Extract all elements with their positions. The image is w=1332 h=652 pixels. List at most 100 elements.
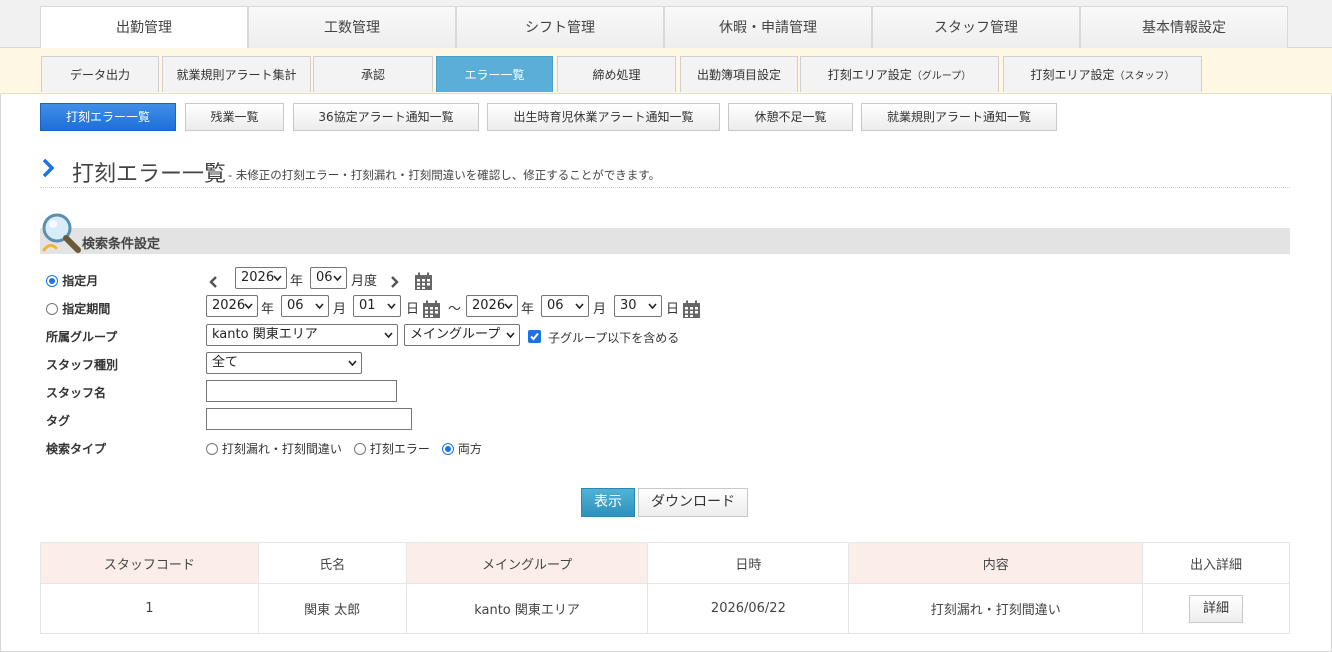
search-type-missing-label: 打刻漏れ・打刻間違い [221, 442, 342, 456]
subtab-area-staff-suffix: （スタッフ） [1114, 71, 1175, 82]
period-radio-row[interactable]: 指定期間 [46, 300, 110, 317]
search-type-missing-option[interactable]: 打刻漏れ・打刻間違い [206, 440, 342, 457]
btn-punch-error-list[interactable]: 打刻エラー一覧 [40, 103, 176, 131]
calendar-icon[interactable] [414, 272, 433, 291]
period-from-year-select[interactable]: 2026 [206, 295, 258, 317]
chevron-right-icon [42, 158, 54, 178]
period-to-day-select[interactable]: 30 [614, 295, 662, 317]
download-button[interactable]: ダウンロード [638, 488, 748, 517]
search-type-both-label: 両方 [457, 442, 482, 456]
subtab-rule-alert-summary[interactable]: 就業規則アラート集計 [162, 56, 311, 92]
month-radio-row[interactable]: 指定月 [46, 272, 98, 289]
sub-nav: データ出力 就業規則アラート集計 承認 エラー一覧 締め処理 出勤簿項目設定 打… [0, 48, 1332, 94]
period-from-day-value: 01 [359, 298, 376, 313]
chevron-down-icon [384, 332, 393, 338]
subtab-approval[interactable]: 承認 [313, 56, 433, 92]
subtab-area-staff-label: 打刻エリア設定 [1030, 68, 1115, 82]
btn-break-shortage[interactable]: 休憩不足一覧 [728, 103, 853, 131]
col-name: 氏名 [257, 542, 407, 584]
col-content: 内容 [848, 542, 1144, 584]
tab-attendance[interactable]: 出勤管理 [40, 6, 248, 48]
btn-childcare-leave-alert[interactable]: 出生時育児休業アラート通知一覧 [487, 103, 720, 131]
subtab-area-staff[interactable]: 打刻エリア設定（スタッフ） [1003, 56, 1202, 92]
cell-name: 関東 太郎 [257, 583, 407, 634]
staff-type-select[interactable]: 全て [206, 352, 362, 374]
search-type-error-option[interactable]: 打刻エラー [354, 440, 430, 457]
btn-overtime-list[interactable]: 残業一覧 [185, 103, 284, 131]
cell-datetime: 2026/06/22 [647, 583, 850, 634]
col-main-group: メイングループ [405, 542, 649, 584]
subtab-closing[interactable]: 締め処理 [557, 56, 676, 92]
month-year-unit: 年 [290, 274, 304, 289]
month-radio[interactable] [46, 275, 58, 287]
search-type-missing-radio[interactable] [206, 443, 218, 455]
chevron-down-icon [348, 360, 357, 366]
tab-workhours[interactable]: 工数管理 [248, 6, 456, 48]
month-month-select[interactable]: 06 [310, 267, 347, 289]
search-type-both-radio[interactable] [442, 443, 454, 455]
top-nav: 出勤管理 工数管理 シフト管理 休暇・申請管理 スタッフ管理 基本情報設定 [0, 0, 1332, 48]
period-radio[interactable] [46, 303, 58, 315]
period-from-month-select[interactable]: 06 [281, 295, 329, 317]
tab-leave-requests[interactable]: 休暇・申請管理 [664, 6, 872, 48]
period-tilde: ～ [448, 302, 462, 317]
subtab-error-list[interactable]: エラー一覧 [436, 56, 553, 92]
month-label: 指定月 [62, 274, 99, 288]
period-from-year-unit: 年 [261, 302, 275, 317]
period-to-year-unit: 年 [521, 302, 535, 317]
chevron-down-icon [244, 303, 253, 309]
include-subgroups-label: 子グループ以下を含める [548, 331, 680, 345]
magnifier-icon [42, 213, 81, 253]
subtab-area-group-label: 打刻エリア設定 [827, 68, 912, 82]
staff-name-input[interactable] [206, 380, 397, 402]
search-section-header: 検索条件設定 [40, 228, 1290, 254]
period-to-month-value: 06 [547, 298, 564, 313]
btn-rule-alert-list[interactable]: 就業規則アラート通知一覧 [861, 103, 1057, 131]
subtab-attendance-items[interactable]: 出勤簿項目設定 [680, 56, 798, 92]
period-to-year-value: 2026 [472, 298, 506, 313]
search-type-error-label: 打刻エラー [369, 442, 430, 456]
chevron-down-icon [506, 332, 515, 338]
chevron-down-icon [387, 303, 396, 309]
prev-month-icon[interactable] [208, 275, 218, 289]
search-type-error-radio[interactable] [354, 443, 366, 455]
month-month-unit: 月度 [351, 274, 378, 289]
search-type-both-option[interactable]: 両方 [442, 440, 482, 457]
period-from-day-unit: 日 [406, 302, 420, 317]
group-label: 所属グループ [46, 330, 118, 344]
page-title: 打刻エラー一覧 [72, 162, 227, 187]
show-button[interactable]: 表示 [581, 488, 635, 517]
table-row: 1 関東 太郎 kanto 関東エリア 2026/06/22 打刻漏れ・打刻間違… [40, 583, 1290, 634]
period-from-month-unit: 月 [333, 302, 347, 317]
tab-shift[interactable]: シフト管理 [456, 6, 664, 48]
tag-label: タグ [46, 414, 71, 428]
cell-staff-code: 1 [40, 583, 259, 634]
month-year-select[interactable]: 2026 [235, 267, 287, 289]
staff-type-label: スタッフ種別 [46, 358, 119, 372]
group-area-select[interactable]: kanto 関東エリア [206, 324, 398, 346]
calendar-icon[interactable] [682, 300, 701, 319]
period-to-month-unit: 月 [593, 302, 607, 317]
search-type-label: 検索タイプ [46, 442, 107, 456]
period-to-month-select[interactable]: 06 [541, 295, 589, 317]
period-from-year-value: 2026 [212, 298, 246, 313]
month-year-value: 2026 [241, 270, 275, 285]
cell-content: 打刻漏れ・打刻間違い [848, 583, 1144, 634]
tag-input[interactable] [206, 408, 412, 430]
tab-staff[interactable]: スタッフ管理 [872, 6, 1080, 48]
period-to-year-select[interactable]: 2026 [466, 295, 518, 317]
btn-36-agreement-alert[interactable]: 36協定アラート通知一覧 [293, 103, 479, 131]
tab-settings[interactable]: 基本情報設定 [1080, 6, 1288, 48]
period-from-day-select[interactable]: 01 [353, 295, 401, 317]
group-main-select[interactable]: メイングループ [404, 324, 520, 346]
next-month-icon[interactable] [390, 275, 400, 289]
subtab-area-group[interactable]: 打刻エリア設定（グループ） [800, 56, 999, 92]
period-to-day-value: 30 [620, 298, 637, 313]
include-subgroups-checkbox[interactable] [528, 330, 541, 343]
chevron-down-icon [333, 275, 342, 281]
staff-name-label: スタッフ名 [46, 386, 107, 400]
subtab-data-output[interactable]: データ出力 [41, 56, 159, 92]
chevron-down-icon [648, 303, 657, 309]
calendar-icon[interactable] [422, 300, 441, 319]
detail-button[interactable]: 詳細 [1189, 594, 1244, 623]
